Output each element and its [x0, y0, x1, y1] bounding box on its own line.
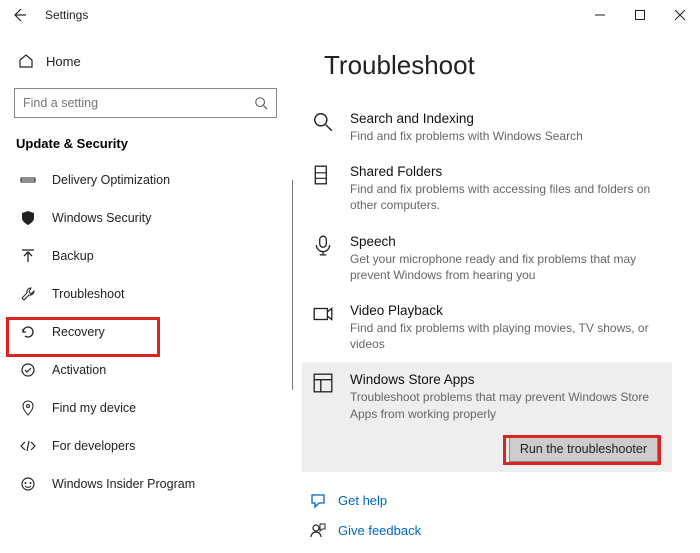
sidebar-item-label: Troubleshoot [52, 287, 125, 301]
search-input[interactable]: Find a setting [14, 88, 277, 118]
title-bar: Settings [0, 0, 700, 30]
activation-icon [18, 362, 38, 378]
section-title: Update & Security [16, 136, 277, 151]
window-title: Settings [45, 8, 88, 22]
arrow-left-icon [11, 7, 27, 23]
sidebar-item-label: For developers [52, 439, 135, 453]
search-placeholder: Find a setting [23, 96, 98, 110]
home-button[interactable]: Home [14, 44, 277, 78]
feedback-icon [310, 523, 326, 539]
video-icon [310, 303, 336, 352]
maximize-button[interactable] [620, 0, 660, 30]
location-icon [18, 400, 38, 416]
sidebar-item-troubleshoot[interactable]: Troubleshoot [14, 275, 277, 313]
get-help-label: Get help [338, 493, 387, 508]
troubleshoot-item-title: Speech [350, 234, 666, 249]
sidebar-item-label: Find my device [52, 401, 136, 415]
dev-icon [18, 438, 38, 454]
backup-icon [18, 248, 38, 264]
maximize-icon [635, 10, 645, 20]
sidebar-item-backup[interactable]: Backup [14, 237, 277, 275]
troubleshoot-item-search-indexing[interactable]: Search and Indexing Find and fix problem… [302, 101, 672, 154]
sidebar: Home Find a setting Update & Security De… [0, 30, 292, 553]
troubleshoot-item-speech[interactable]: Speech Get your microphone ready and fix… [302, 224, 672, 293]
troubleshoot-item-desc: Find and fix problems with accessing fil… [350, 181, 666, 213]
sidebar-item-delivery-optimization[interactable]: Delivery Optimization [14, 161, 277, 199]
recovery-icon [18, 324, 38, 340]
close-icon [675, 10, 685, 20]
troubleshoot-item-desc: Find and fix problems with playing movie… [350, 320, 666, 352]
minimize-icon [595, 10, 605, 20]
shield-icon [18, 210, 38, 226]
insider-icon [18, 476, 38, 492]
sidebar-item-find-my-device[interactable]: Find my device [14, 389, 277, 427]
troubleshoot-item-windows-store-apps[interactable]: Windows Store Apps Troubleshoot problems… [302, 362, 672, 471]
sidebar-item-label: Backup [52, 249, 94, 263]
back-button[interactable] [10, 6, 28, 24]
troubleshoot-item-video-playback[interactable]: Video Playback Find and fix problems wit… [302, 293, 672, 362]
close-button[interactable] [660, 0, 700, 30]
give-feedback-link[interactable]: Give feedback [310, 516, 672, 546]
troubleshoot-item-title: Shared Folders [350, 164, 666, 179]
troubleshoot-item-title: Windows Store Apps [350, 372, 666, 387]
sidebar-item-label: Delivery Optimization [52, 173, 170, 187]
search-indexing-icon [310, 111, 336, 144]
sidebar-item-label: Windows Insider Program [52, 477, 195, 491]
troubleshoot-item-title: Video Playback [350, 303, 666, 318]
shared-folders-icon [310, 164, 336, 213]
troubleshoot-item-desc: Get your microphone ready and fix proble… [350, 251, 666, 283]
scroll-indicator [292, 180, 293, 390]
run-troubleshooter-button[interactable]: Run the troubleshooter [509, 436, 658, 462]
sidebar-item-windows-insider[interactable]: Windows Insider Program [14, 465, 277, 503]
search-icon [254, 96, 268, 110]
sidebar-item-label: Windows Security [52, 211, 151, 225]
main-content: Troubleshoot Search and Indexing Find an… [292, 30, 700, 553]
sidebar-item-label: Recovery [52, 325, 105, 339]
minimize-button[interactable] [580, 0, 620, 30]
wrench-icon [18, 286, 38, 302]
troubleshoot-item-desc: Find and fix problems with Windows Searc… [350, 128, 666, 144]
give-feedback-label: Give feedback [338, 523, 421, 538]
get-help-link[interactable]: Get help [310, 486, 672, 516]
troubleshoot-item-shared-folders[interactable]: Shared Folders Find and fix problems wit… [302, 154, 672, 223]
apps-icon [310, 372, 336, 421]
sidebar-item-for-developers[interactable]: For developers [14, 427, 277, 465]
home-icon [18, 53, 34, 69]
sidebar-item-recovery[interactable]: Recovery [14, 313, 277, 351]
home-label: Home [46, 54, 81, 69]
chat-icon [310, 493, 326, 509]
troubleshoot-item-title: Search and Indexing [350, 111, 666, 126]
troubleshoot-item-desc: Troubleshoot problems that may prevent W… [350, 389, 666, 421]
page-title: Troubleshoot [324, 50, 672, 81]
speech-icon [310, 234, 336, 283]
delivery-icon [18, 172, 38, 188]
sidebar-item-activation[interactable]: Activation [14, 351, 277, 389]
sidebar-item-windows-security[interactable]: Windows Security [14, 199, 277, 237]
sidebar-item-label: Activation [52, 363, 106, 377]
